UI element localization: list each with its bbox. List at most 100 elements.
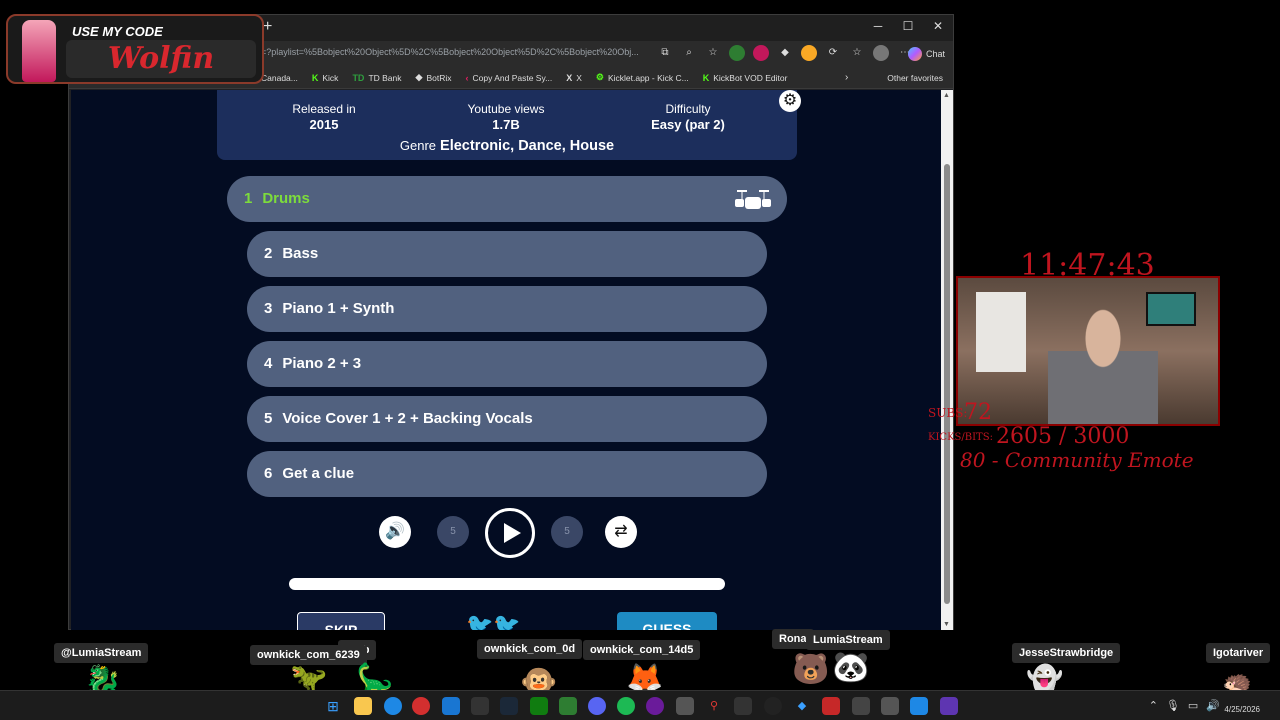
url-field[interactable]: =?playlist=%5Bobject%20Object%5D%2C%5Bob… <box>261 47 651 57</box>
discord-icon[interactable] <box>588 697 606 715</box>
tab-icon[interactable]: ⧉ <box>657 45 673 61</box>
extension-icon[interactable] <box>729 45 745 61</box>
rewind-seconds: 5 <box>450 526 456 537</box>
track-number: 5 <box>264 410 273 427</box>
minecraft-icon[interactable] <box>559 697 577 715</box>
forward-button[interactable]: 5 <box>551 516 583 548</box>
app-icon[interactable]: ◆ <box>793 697 811 715</box>
scroll-down-icon[interactable]: ▼ <box>943 621 950 628</box>
notepad-icon[interactable] <box>910 697 928 715</box>
speaker-icon[interactable]: 🔊 <box>1206 699 1220 712</box>
play-button[interactable] <box>485 508 535 558</box>
star-icon[interactable]: ☆ <box>705 45 721 61</box>
track-row-4[interactable]: 4 Piano 2 + 3 <box>247 341 767 387</box>
chevron-up-icon[interactable]: ⌃ <box>1149 699 1158 712</box>
bookmark-item[interactable]: Canada... <box>261 73 298 83</box>
bookmark-item[interactable]: TD TD Bank <box>352 73 401 83</box>
scroll-thumb[interactable] <box>944 164 950 604</box>
extension-icon[interactable] <box>753 45 769 61</box>
app-icon[interactable] <box>676 697 694 715</box>
rewind-button[interactable]: 5 <box>437 516 469 548</box>
bookmark-item[interactable]: ⚙ Kicklet.app - Kick C... <box>596 72 689 83</box>
views-info: Youtube views 1.7B <box>439 102 573 132</box>
toolbar-icons: ⧉ ⌕ ☆ ◆ ⟳ ☆ ⋯ <box>657 45 913 61</box>
new-tab-icon[interactable]: + <box>263 18 272 36</box>
taskbar: ⊞ ⚲ ◆ ⌃ 🎙 ▭ 🔊 4/25/2026 <box>0 690 1280 720</box>
track-number: 2 <box>264 245 273 262</box>
system-tray: ⌃ 🎙 ▭ 🔊 <box>1149 699 1220 712</box>
track-number: 1 <box>244 190 253 207</box>
browser-window: + ─ ☐ ✕ =?playlist=%5Bobject%20Object%5D… <box>68 14 954 630</box>
app-icon[interactable] <box>881 697 899 715</box>
close-icon[interactable]: ✕ <box>923 19 953 33</box>
app-icon[interactable] <box>940 697 958 715</box>
steam-icon[interactable] <box>500 697 518 715</box>
bookmark-label: Copy And Paste Sy... <box>472 72 553 83</box>
released-value: 2015 <box>309 117 339 132</box>
chat-tag: Igotariver <box>1206 643 1271 663</box>
refresh-icon[interactable]: ⟳ <box>825 45 841 61</box>
spotify-icon[interactable] <box>617 697 635 715</box>
x-icon: X <box>566 72 573 83</box>
xbox-icon[interactable] <box>530 697 548 715</box>
extension-icon[interactable]: ◆ <box>777 45 793 61</box>
epic-icon[interactable] <box>471 697 489 715</box>
app-icon[interactable] <box>734 697 752 715</box>
bookmark-item[interactable]: ‹ Copy And Paste Sy... <box>465 73 552 83</box>
skip-button[interactable]: SKIP <box>297 612 385 630</box>
app-icon[interactable] <box>442 697 460 715</box>
bookmark-item[interactable]: XX <box>566 73 582 83</box>
vivaldi-icon[interactable] <box>412 697 430 715</box>
chat-label: Chat <box>925 49 945 59</box>
track-number: 4 <box>264 355 273 372</box>
guess-button[interactable]: GUESS <box>617 612 717 630</box>
maximize-icon[interactable]: ☐ <box>893 19 923 33</box>
map-pin-icon[interactable]: ⚲ <box>705 697 723 715</box>
views-label: Youtube views <box>467 102 545 116</box>
chat-button[interactable]: Chat <box>907 47 945 61</box>
app-icon[interactable] <box>822 697 840 715</box>
other-favorites[interactable]: Other favorites <box>887 73 943 83</box>
views-value: 1.7B <box>492 117 520 132</box>
webcam-feed <box>956 276 1220 426</box>
files-icon[interactable] <box>354 697 372 715</box>
volume-icon[interactable]: 🔊 <box>379 516 411 548</box>
progress-bar[interactable] <box>289 578 725 590</box>
track-row-5[interactable]: 5 Voice Cover 1 + 2 + Backing Vocals <box>247 396 767 442</box>
network-icon[interactable]: ▭ <box>1188 699 1198 712</box>
minimize-icon[interactable]: ─ <box>863 19 893 33</box>
settings-gear-icon[interactable]: ⚙ <box>779 90 801 112</box>
track-label: Bass <box>282 245 319 262</box>
zoom-icon[interactable]: ⌕ <box>681 45 697 61</box>
released-label: Released in <box>292 102 356 116</box>
track-label: Drums <box>262 190 310 207</box>
track-row-1[interactable]: 1 Drums <box>227 176 787 222</box>
edge-icon[interactable] <box>384 697 402 715</box>
bookmark-item[interactable]: ◆ BotRix <box>416 72 452 83</box>
chevron-right-icon[interactable]: › <box>845 72 848 83</box>
bookmark-label: X <box>576 72 582 83</box>
copilot-icon <box>907 47 922 61</box>
extension-icon[interactable] <box>801 45 817 61</box>
shuffle-icon[interactable]: ⇄ <box>605 516 637 548</box>
bookmark-item[interactable]: K Kick <box>312 73 339 83</box>
game-page: Released in 2015 Youtube views 1.7B Diff… <box>71 90 941 630</box>
track-row-2[interactable]: 2 Bass <box>247 231 767 277</box>
app-icon[interactable] <box>852 697 870 715</box>
mic-icon[interactable]: 🎙 <box>1166 699 1180 712</box>
favorites-icon[interactable]: ☆ <box>849 45 865 61</box>
tray-date: 4/25/2026 <box>1224 705 1260 714</box>
track-row-6[interactable]: 6 Get a clue <box>247 451 767 497</box>
bookmark-item[interactable]: K KickBot VOD Editor <box>703 73 788 83</box>
scrollbar[interactable]: ▲ ▼ <box>941 90 953 630</box>
promo-code-label: USE MY CODE <box>72 24 163 39</box>
profile-icon[interactable] <box>873 45 889 61</box>
botrix-icon: ◆ <box>415 72 423 82</box>
scroll-up-icon[interactable]: ▲ <box>943 92 950 99</box>
track-label: Piano 2 + 3 <box>282 355 362 372</box>
obs-icon[interactable] <box>764 697 782 715</box>
windows-start-icon[interactable]: ⊞ <box>324 697 342 715</box>
track-row-3[interactable]: 3 Piano 1 + Synth <box>247 286 767 332</box>
kicklet-icon: ⚙ <box>595 72 604 82</box>
app-icon[interactable] <box>646 697 664 715</box>
